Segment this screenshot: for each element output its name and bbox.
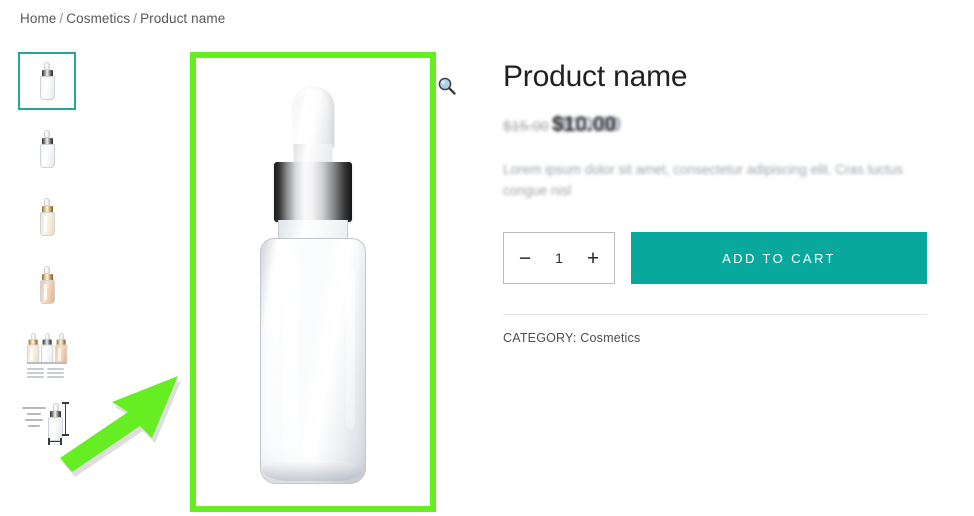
quantity-decrement-button[interactable]: − [517, 248, 533, 269]
breadcrumb-separator: / [133, 11, 138, 26]
quantity-stepper[interactable]: − 1 + [503, 232, 615, 284]
page-title: Product name [503, 60, 688, 93]
quantity-increment-button[interactable]: + [585, 248, 601, 269]
section-divider [503, 314, 927, 315]
quantity-input[interactable]: 1 [550, 250, 568, 266]
breadcrumb-item-current: Product name [140, 11, 226, 26]
product-category: CATEGORY: Cosmetics [503, 331, 640, 345]
dimensions-diagram-icon [21, 397, 73, 445]
product-info: Product name $15.00 $10.00 $10.00 Lorem … [503, 60, 927, 345]
annotation-arrow-icon [60, 368, 210, 488]
thumbnail-rail [18, 52, 76, 460]
price-block: $15.00 $10.00 $10.00 [503, 113, 927, 139]
breadcrumb-item-cosmetics[interactable]: Cosmetics [66, 11, 130, 26]
category-value[interactable]: Cosmetics [580, 331, 640, 345]
main-product-image[interactable] [190, 52, 436, 512]
price-overlay: $10.00 [560, 113, 622, 136]
thumbnail-item-2[interactable] [18, 120, 76, 178]
thumbnail-item-6[interactable] [18, 392, 76, 450]
bottle-icon [39, 130, 55, 168]
product-description: Lorem ipsum dolor sit amet, consectetur … [503, 161, 903, 199]
add-to-cart-button[interactable]: ADD TO CART [631, 232, 927, 284]
bottle-icon [39, 198, 55, 236]
bottle-group-icon [23, 329, 71, 378]
price-original: $15.00 [503, 117, 549, 135]
product-detail-page: Home / Cosmetics / Product name Product … [0, 0, 974, 516]
thumbnail-item-3[interactable] [18, 188, 76, 246]
bottle-icon [39, 62, 55, 100]
magnifier-zoom-icon[interactable] [437, 76, 457, 96]
purchase-controls: − 1 + ADD TO CART [503, 232, 927, 284]
bottle-icon [39, 266, 55, 304]
product-bottle-illustration [259, 86, 367, 486]
breadcrumb-separator: / [59, 11, 64, 26]
breadcrumb: Home / Cosmetics / Product name [20, 11, 225, 26]
breadcrumb-item-home[interactable]: Home [20, 11, 56, 26]
thumbnail-item-4[interactable] [18, 256, 76, 314]
thumbnail-item-1[interactable] [18, 52, 76, 110]
thumbnail-item-5[interactable] [18, 324, 76, 382]
category-label: CATEGORY: [503, 331, 577, 345]
